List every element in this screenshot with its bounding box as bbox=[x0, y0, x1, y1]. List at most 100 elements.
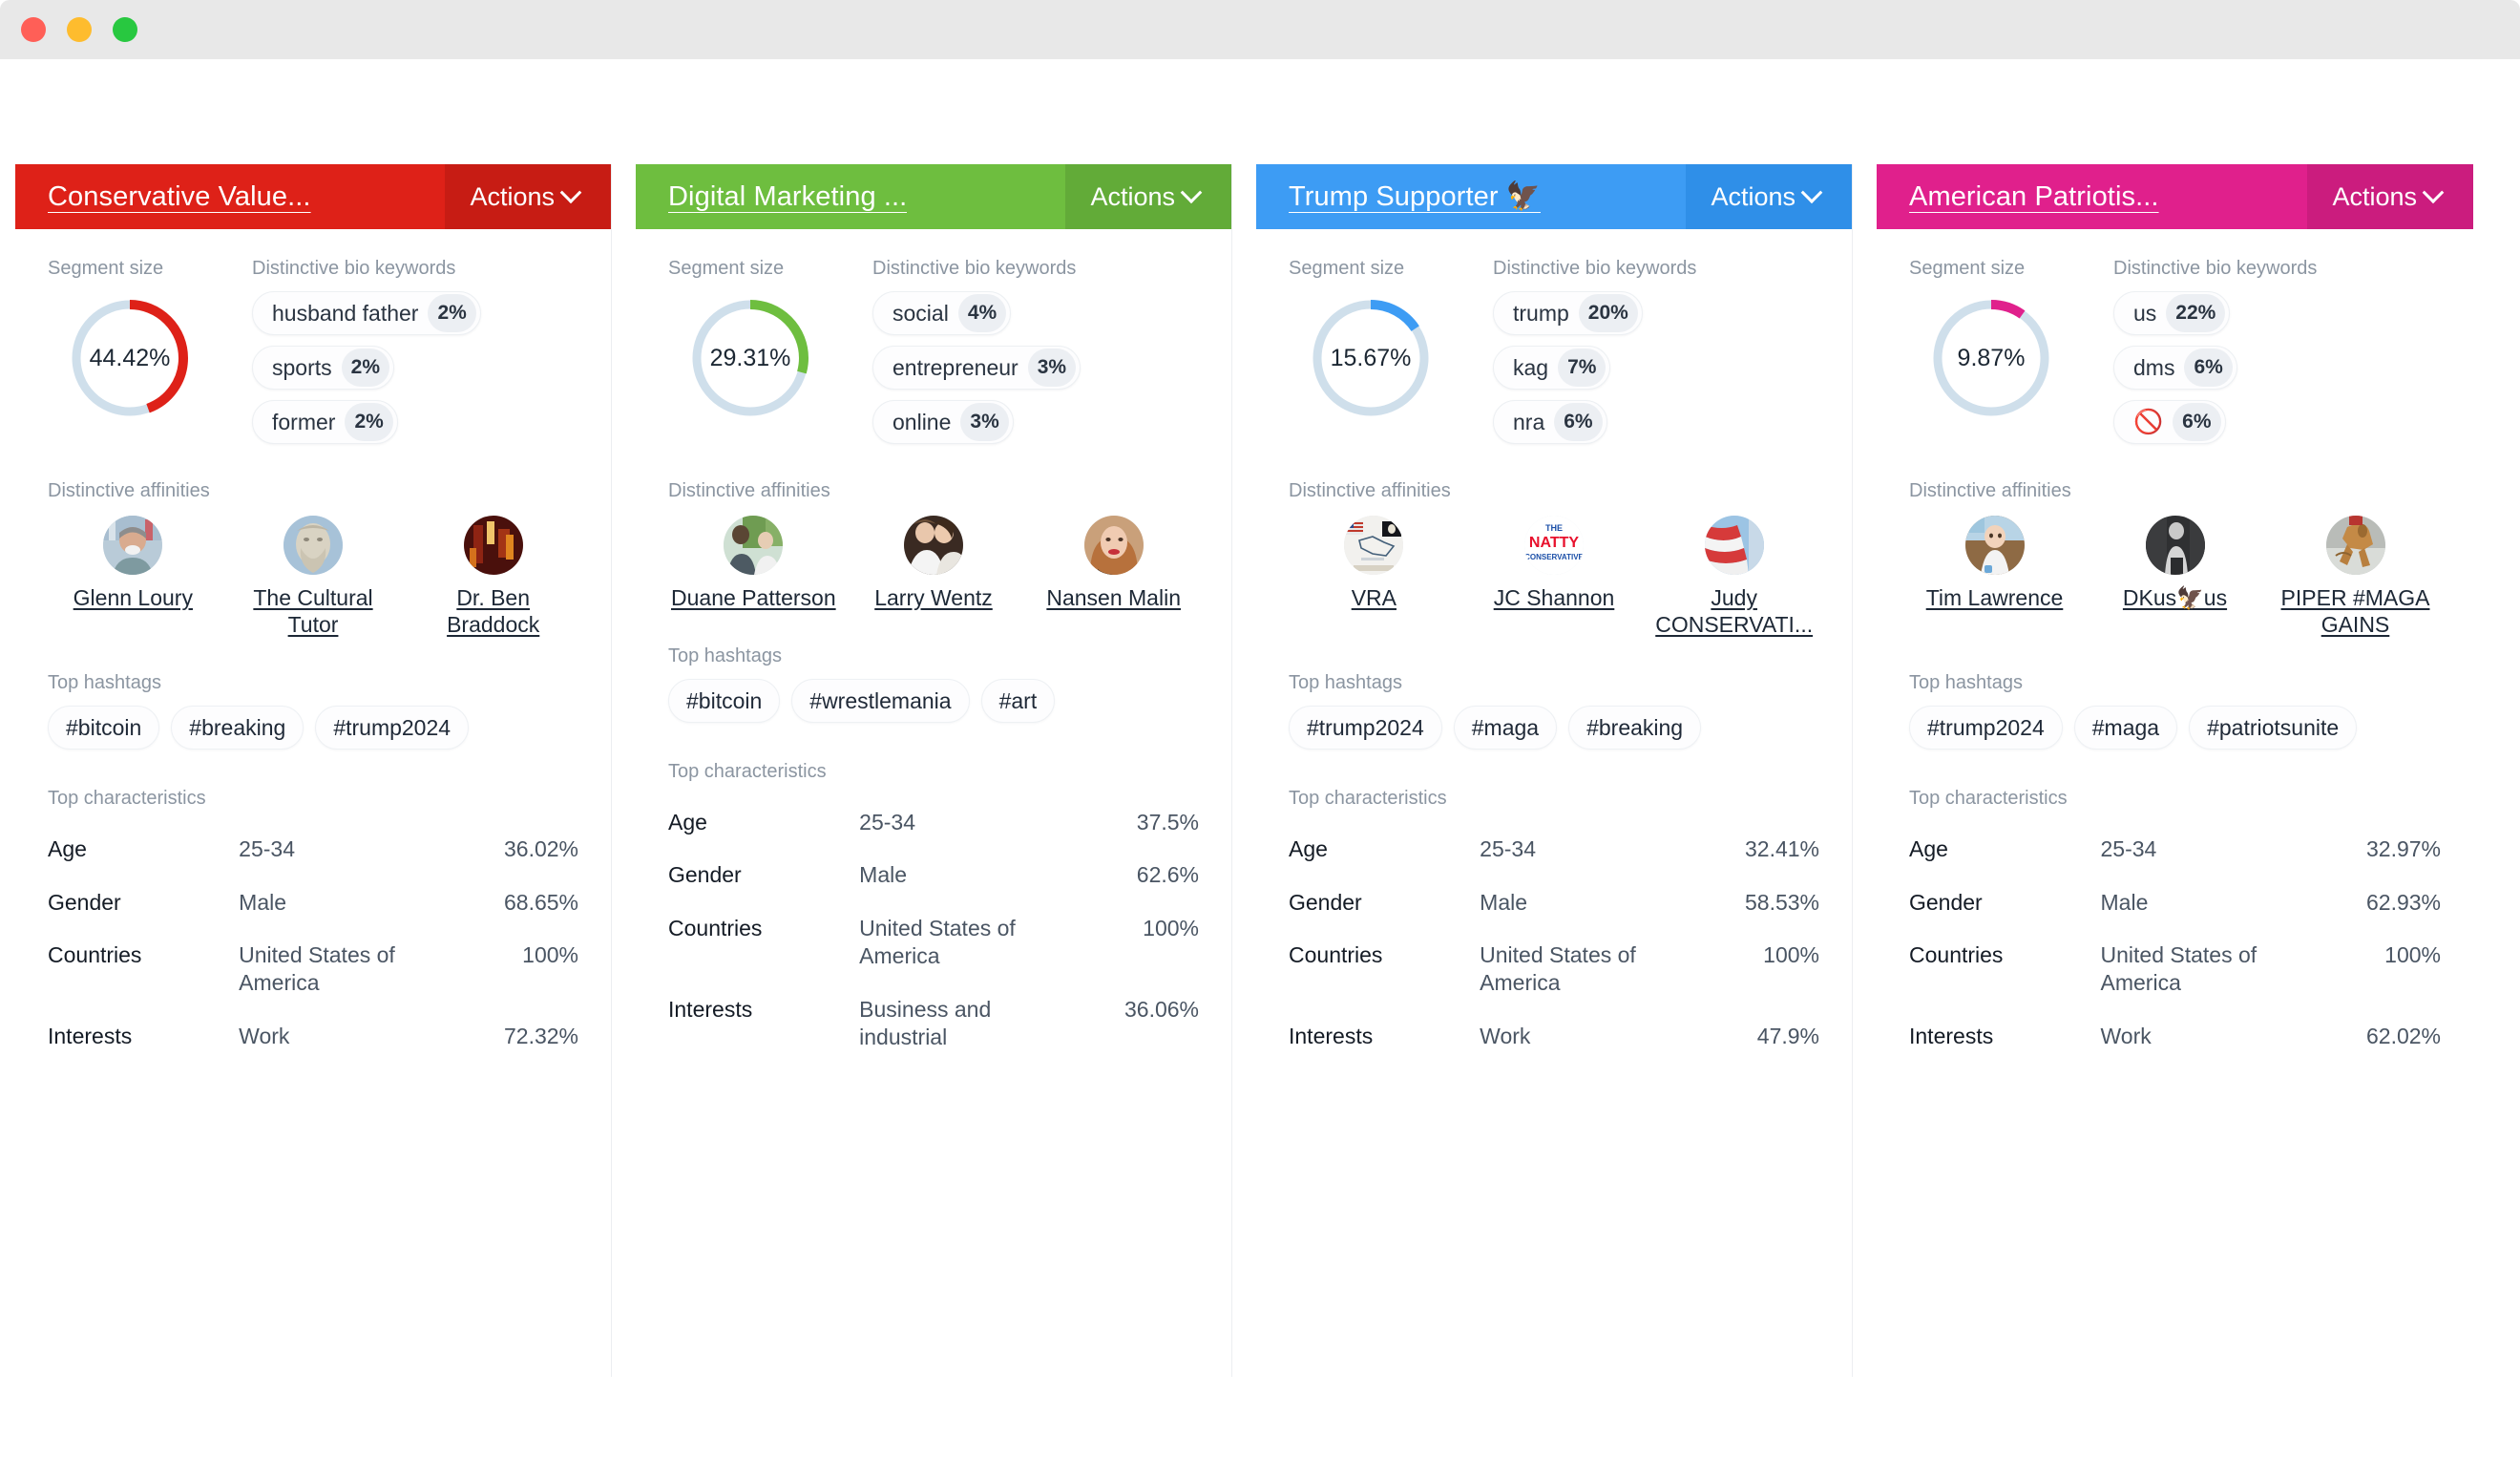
affinity-item[interactable]: VRA bbox=[1289, 516, 1460, 638]
hashtag-pill[interactable]: #maga bbox=[1453, 706, 1558, 750]
characteristic-value: Work bbox=[1480, 1023, 1531, 1048]
bio-keyword-pill[interactable]: nra 6% bbox=[1493, 400, 1607, 444]
hashtag-pill[interactable]: #trump2024 bbox=[1289, 706, 1442, 750]
bio-keyword-label: dms bbox=[2133, 354, 2175, 380]
bio-keyword-percent: 3% bbox=[1027, 349, 1077, 387]
photo-us-flag-avatar bbox=[1704, 516, 1764, 575]
actions-button[interactable]: Actions bbox=[1686, 164, 1852, 229]
segment-size-donut: 44.42% bbox=[65, 293, 195, 423]
hashtag-pill[interactable]: #wrestlemania bbox=[791, 679, 970, 724]
affinity-name: The Cultural Tutor bbox=[253, 585, 373, 638]
affinities-block: Distinctive affinities Duane Patterson Lar… bbox=[668, 480, 1199, 611]
photo-couple-avatar bbox=[904, 516, 963, 575]
characteristic-percent: 32.41% bbox=[1744, 836, 1819, 862]
hashtags-label: Top hashtags bbox=[668, 645, 782, 667]
hashtag-pill[interactable]: #breaking bbox=[1568, 706, 1702, 750]
hashtag-pill[interactable]: #trump2024 bbox=[1909, 706, 2063, 750]
card-body: Segment size 44.42% Distinctive bio keywor… bbox=[15, 229, 611, 1063]
segment-card: Trump Supporter 🦅 Actions Segment size 15.6… bbox=[1256, 164, 1853, 1377]
hashtag-pill[interactable]: #maga bbox=[2073, 706, 2178, 750]
segment-card: American Patriotis... Actions Segment size… bbox=[1877, 164, 2473, 1377]
affinity-item[interactable]: Glenn Loury bbox=[48, 516, 219, 638]
characteristics-table: Age 25-34 36.02% Gender Male 68.65% Countries U… bbox=[48, 823, 578, 1063]
traffic-light-buttons bbox=[21, 17, 137, 42]
characteristic-percent: 36.02% bbox=[503, 836, 578, 862]
characteristic-value: United States of America bbox=[2100, 941, 2258, 996]
hashtag-pill[interactable]: #patriotsunite bbox=[2189, 706, 2358, 750]
card-body: Segment size 15.67% Distinctive bio keywor… bbox=[1256, 229, 1852, 1063]
bio-keyword-pill[interactable]: online 3% bbox=[872, 400, 1014, 444]
affinity-name: Judy CONSERVATI... bbox=[1655, 585, 1814, 638]
hashtag-pill[interactable]: #bitcoin bbox=[668, 679, 781, 724]
bio-keyword-pill[interactable]: former 2% bbox=[252, 400, 398, 444]
bio-keyword-pill[interactable]: husband father 2% bbox=[252, 291, 481, 335]
actions-button[interactable]: Actions bbox=[445, 164, 611, 229]
chevron-down-icon bbox=[1800, 181, 1823, 204]
affinity-item[interactable]: PIPER #MAGA GAINS bbox=[2270, 516, 2441, 638]
card-body: Segment size 9.87% Distinctive bio keyword… bbox=[1877, 229, 2473, 1063]
bio-keyword-percent: 22% bbox=[2166, 294, 2226, 332]
zoom-button[interactable] bbox=[113, 17, 137, 42]
segment-title[interactable]: Trump Supporter 🦅 bbox=[1289, 180, 1541, 213]
segment-size-label: Segment size bbox=[1289, 258, 1405, 279]
affinity-item[interactable]: DKus🦅us bbox=[2090, 516, 2260, 638]
svg-text:THE: THE bbox=[1545, 523, 1563, 533]
affinity-item[interactable]: Tim Lawrence bbox=[1909, 516, 2080, 638]
segment-title[interactable]: Digital Marketing ... bbox=[668, 181, 907, 213]
segment-size-block: Segment size 29.31% bbox=[668, 258, 851, 444]
characteristics-block: Top characteristics Age 25-34 36.02% Gender M… bbox=[48, 788, 578, 1063]
hashtags-label: Top hashtags bbox=[48, 672, 161, 694]
characteristic-row: Countries United States of America 100% bbox=[668, 902, 1199, 983]
characteristic-row: Interests Business and industrial 36.06% bbox=[668, 983, 1199, 1065]
characteristic-value: Business and industrial bbox=[859, 996, 992, 1050]
hashtag-pill[interactable]: #breaking bbox=[171, 706, 304, 750]
bio-keyword-pill[interactable]: social 4% bbox=[872, 291, 1012, 335]
affinity-item[interactable]: Duane Patterson bbox=[668, 516, 839, 611]
bio-keywords-block: Distinctive bio keywords husband father 2%… bbox=[252, 258, 578, 444]
actions-button[interactable]: Actions bbox=[1065, 164, 1231, 229]
characteristic-key: Interests bbox=[668, 996, 753, 1022]
affinity-item[interactable]: The Cultural Tutor bbox=[228, 516, 399, 638]
hashtag-pill[interactable]: #bitcoin bbox=[48, 706, 160, 750]
bio-keyword-pill[interactable]: kag 7% bbox=[1493, 346, 1611, 390]
bio-keyword-pill[interactable]: us 22% bbox=[2113, 291, 2231, 335]
segment-title[interactable]: American Patriotis... bbox=[1909, 181, 2159, 213]
segment-card: Conservative Value... Actions Segment size… bbox=[15, 164, 612, 1377]
characteristic-key: Countries bbox=[668, 915, 763, 940]
hashtags-block: Top hashtags #bitcoin #breaking #trump2024 bbox=[48, 672, 578, 750]
bio-keyword-pill[interactable]: dms 6% bbox=[2113, 346, 2237, 390]
bio-keyword-pill[interactable]: entrepreneur 3% bbox=[872, 346, 1082, 390]
affinity-item[interactable]: Nansen Malin bbox=[1028, 516, 1199, 611]
bio-keyword-percent: 6% bbox=[2173, 403, 2221, 441]
hashtag-pill[interactable]: #trump2024 bbox=[315, 706, 470, 750]
affinity-item[interactable]: Larry Wentz bbox=[849, 516, 1019, 611]
bio-keywords-block: Distinctive bio keywords social 4% entrepre… bbox=[872, 258, 1199, 444]
characteristic-percent: 72.32% bbox=[503, 1023, 578, 1048]
segment-size-donut: 9.87% bbox=[1926, 293, 2056, 423]
bio-keyword-label: online bbox=[892, 409, 952, 434]
photo-dark-red-avatar bbox=[463, 516, 523, 575]
characteristic-value: Male bbox=[239, 889, 287, 915]
affinities-block: Distinctive affinities VRA THE NATTY CONSERV… bbox=[1289, 480, 1819, 638]
bio-keyword-pill[interactable]: 🚫 6% bbox=[2113, 400, 2226, 444]
close-button[interactable] bbox=[21, 17, 46, 42]
card-title-area: Conservative Value... bbox=[15, 164, 446, 229]
characteristic-key: Countries bbox=[48, 941, 142, 967]
minimize-button[interactable] bbox=[67, 17, 92, 42]
segment-size-label: Segment size bbox=[48, 258, 164, 279]
affinity-item[interactable]: THE NATTY CONSERVATIVE JC Shannon bbox=[1469, 516, 1640, 638]
affinity-item[interactable]: Dr. Ben Braddock bbox=[408, 516, 578, 638]
segment-title[interactable]: Conservative Value... bbox=[48, 181, 311, 213]
card-title-area: American Patriotis... bbox=[1877, 164, 2308, 229]
photo-grayscale-child-avatar bbox=[2145, 516, 2205, 575]
hashtag-pill[interactable]: #art bbox=[980, 679, 1056, 724]
bio-keyword-percent: 2% bbox=[428, 294, 476, 332]
characteristic-value: United States of America bbox=[1480, 941, 1636, 996]
photo-marble-bust-avatar bbox=[284, 516, 343, 575]
characteristic-value: 25-34 bbox=[2100, 836, 2157, 862]
bio-keyword-pill[interactable]: sports 2% bbox=[252, 346, 394, 390]
actions-button[interactable]: Actions bbox=[2307, 164, 2473, 229]
affinity-item[interactable]: Judy CONSERVATI... bbox=[1648, 516, 1819, 638]
bio-keyword-pill[interactable]: trump 20% bbox=[1493, 291, 1643, 335]
characteristic-row: Gender Male 58.53% bbox=[1289, 877, 1819, 929]
